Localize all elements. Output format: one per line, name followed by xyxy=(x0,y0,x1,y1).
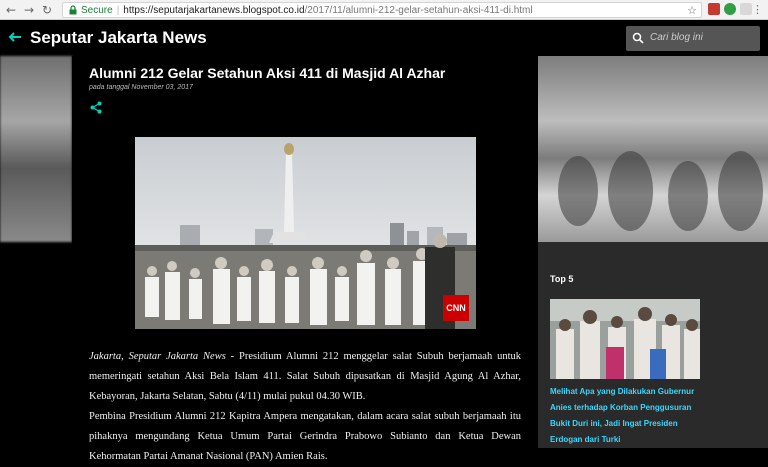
browser-toolbar: ← → ↻ ⌂ Secure | https://seputarjakartan… xyxy=(0,0,768,20)
star-icon[interactable]: ☆ xyxy=(687,4,697,17)
header-banner-right xyxy=(538,56,768,242)
url-host: https://seputarjakartanews.blogspot.co.i… xyxy=(123,4,305,16)
url-separator: | xyxy=(116,4,120,16)
share-icon[interactable] xyxy=(90,101,102,114)
extension-icon-1[interactable] xyxy=(708,3,720,15)
extension-icon-3[interactable] xyxy=(740,3,752,15)
paragraph-1: Jakarta, Seputar Jakarta News - Presidiu… xyxy=(89,347,521,407)
address-bar[interactable]: Secure | https://seputarjakartanews.blog… xyxy=(62,2,702,18)
extension-icon-2[interactable] xyxy=(724,3,736,15)
blog-title[interactable]: Seputar Jakarta News xyxy=(30,28,207,48)
search-placeholder: Cari blog ini xyxy=(650,32,703,43)
post-image: CNN xyxy=(135,137,476,329)
lock-icon xyxy=(69,5,77,15)
sidebar-top5: Top 5 Melihat Apa yang Dilakukan Gubernu… xyxy=(538,242,768,448)
reload-icon[interactable]: ↻ xyxy=(40,3,54,17)
search-input[interactable]: Cari blog ini xyxy=(626,26,760,51)
forward-icon[interactable]: → xyxy=(22,3,36,17)
top-post-thumbnail[interactable] xyxy=(550,299,700,379)
cnn-logo: CNN xyxy=(443,295,469,321)
paragraph-2: Pembina Presidium Alumni 212 Kapitra Amp… xyxy=(89,411,521,462)
url-path: /2017/11/alumni-212-gelar-setahun-aksi-4… xyxy=(304,4,533,16)
header-banner-left xyxy=(0,56,72,242)
post-title[interactable]: Alumni 212 Gelar Setahun Aksi 411 di Mas… xyxy=(89,65,445,81)
search-icon[interactable] xyxy=(632,32,644,44)
menu-icon[interactable]: ⋮ xyxy=(752,3,763,16)
post-body: Jakarta, Seputar Jakarta News - Presidiu… xyxy=(89,347,521,467)
post-article: Alumni 212 Gelar Setahun Aksi 411 di Mas… xyxy=(72,56,538,462)
back-icon[interactable]: ← xyxy=(4,3,18,17)
top-post-link[interactable]: Melihat Apa yang Dilakukan Gubernur Anie… xyxy=(550,384,710,448)
back-arrow-icon[interactable] xyxy=(8,30,22,44)
top5-heading: Top 5 xyxy=(550,274,574,284)
lead-text: Jakarta, Seputar Jakarta News xyxy=(89,351,226,362)
post-date[interactable]: pada tanggal November 03, 2017 xyxy=(89,84,193,91)
secure-label: Secure xyxy=(81,4,113,16)
